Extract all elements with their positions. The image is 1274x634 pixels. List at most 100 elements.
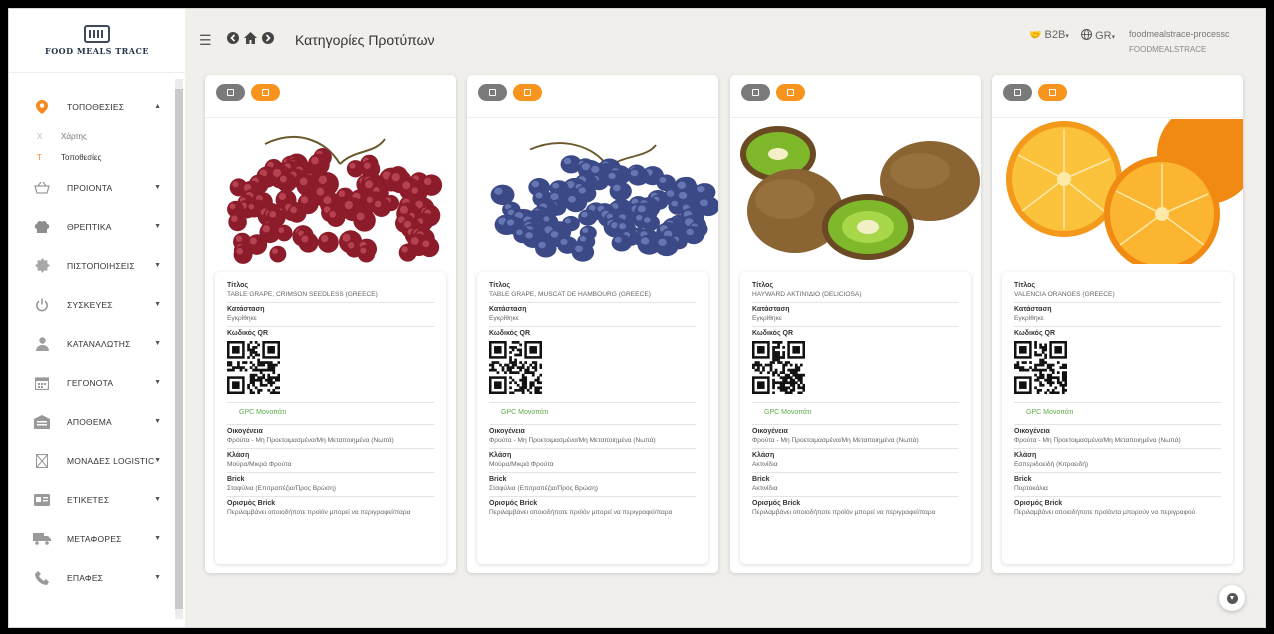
qr-code[interactable] [752, 341, 806, 395]
chevron-down-icon: ▼ [154, 223, 161, 230]
user-icon [33, 336, 51, 351]
delete-button[interactable] [251, 84, 280, 101]
b2b-dropdown[interactable]: 🤝 B2B▾ [1029, 29, 1069, 41]
family-label: Οικογένεια [752, 428, 788, 435]
chevron-down-icon: ▼ [154, 496, 161, 503]
gpc-path-link[interactable]: GPC Μονοπάτι [1014, 402, 1221, 425]
delete-button[interactable] [513, 84, 542, 101]
subitem-label: Χάρτης [61, 132, 87, 141]
product-image [205, 119, 456, 264]
brand-name: FOOD MEALS TRACE [45, 46, 149, 56]
card-details: Τίτλος TABLE GRAPE, MUSCAT DE HAMBOURG (… [477, 272, 708, 564]
edit-icon [1014, 89, 1021, 96]
chevron-down-icon: ▼ [154, 262, 161, 269]
subitem-map[interactable]: X Χάρτης [9, 126, 175, 147]
sidebar-item-label: ΘΡΕΠΤΙΚΑ [67, 221, 112, 232]
sidebar-item-products[interactable]: ΠΡΟΙΟΝΤΑ ▼ [9, 168, 175, 207]
sidebar-item-topothesies[interactable]: ΤΟΠΟΘΕΣΙΕΣ ▲ [9, 87, 175, 126]
qr-code[interactable] [227, 341, 281, 395]
gpc-path-link[interactable]: GPC Μονοπάτι [227, 402, 434, 425]
sidebar-item-label: ΠΡΟΙΟΝΤΑ [67, 182, 113, 193]
title-value: TABLE GRAPE, MUSCAT DE HAMBOURG (GREECE) [489, 291, 696, 303]
scrollbar-thumb[interactable] [175, 89, 183, 609]
trash-icon [262, 89, 269, 96]
gpc-path-link[interactable]: GPC Μονοπάτι [489, 402, 696, 425]
family-value: Φρούτα - Μη Προετοιμασμένα/Μη Μεταποιημέ… [489, 437, 696, 449]
user-info[interactable]: foodmealstrace-processc FOODMEALSTRACE [1129, 27, 1230, 57]
qr-label: Κωδικός QR [752, 330, 794, 337]
sidebar-item-devices[interactable]: ΣΥΣΚΕΥΕΣ ▼ [9, 285, 175, 324]
delete-button[interactable] [776, 84, 805, 101]
id-card-icon [33, 493, 51, 506]
edit-button[interactable] [741, 84, 770, 101]
chef-hat-icon [33, 220, 51, 234]
product-image [730, 119, 981, 264]
sidebar-item-contacts[interactable]: ΕΠΑΦΕΣ ▼ [9, 558, 175, 597]
sidebar-item-consumer[interactable]: ΚΑΤΑΝΑΛΩΤΗΣ ▼ [9, 324, 175, 363]
language-label: GR [1095, 30, 1112, 42]
product-card: Τίτλος HAYWARD Ακτινίδιο (DELICIOSA) Κατ… [730, 75, 981, 573]
chevron-down-icon: ▼ [154, 301, 161, 308]
card-toolbar [467, 75, 718, 118]
card-toolbar [992, 75, 1243, 118]
brick-def-label: Ορισμός Brick [752, 500, 801, 507]
barcode-logo-icon [84, 25, 110, 43]
family-value: Φρούτα - Μη Προετοιμασμένα/Μη Μεταποιημέ… [752, 437, 959, 449]
edit-button[interactable] [478, 84, 507, 101]
sidebar-item-nutrition[interactable]: ΘΡΕΠΤΙΚΑ ▼ [9, 207, 175, 246]
home-icon[interactable] [244, 32, 257, 47]
sidebar-item-label: ΠΙΣΤΟΠΟΙΗΣΕΙΣ [67, 260, 135, 271]
class-label: Κλάση [227, 452, 250, 459]
edit-button[interactable] [1003, 84, 1032, 101]
brick-value: Σταφύλια (Επιτραπέζια/Προς Βρώση) [489, 485, 696, 497]
sidebar-item-stock[interactable]: ΑΠΟΘΕΜΑ ▼ [9, 402, 175, 441]
sidebar-item-label: ΤΟΠΟΘΕΣΙΕΣ [67, 101, 125, 112]
brick-label: Brick [489, 476, 507, 483]
edit-button[interactable] [216, 84, 245, 101]
chevron-down-icon: ▼ [154, 340, 161, 347]
sidebar-item-labels[interactable]: ΕΤΙΚΕΤΕΣ ▼ [9, 480, 175, 519]
card-details: Τίτλος TABLE GRAPE, CRIMSON SEEDLESS (GR… [215, 272, 446, 564]
subitem-locations[interactable]: T Τοποθεσίες [9, 147, 175, 168]
brick-value: Ακτινίδια [752, 485, 959, 497]
sidebar-scrollbar[interactable] [175, 79, 183, 619]
forward-arrow-icon[interactable] [262, 32, 274, 47]
qr-code[interactable] [489, 341, 543, 395]
brand-logo[interactable]: FOOD MEALS TRACE [9, 9, 185, 73]
class-value: Εσπεριδοειδή (Κιτροειδή) [1014, 461, 1221, 473]
card-toolbar [205, 75, 456, 118]
family-label: Οικογένεια [227, 428, 263, 435]
card-toolbar [730, 75, 981, 118]
brick-def-label: Ορισμός Brick [227, 500, 276, 507]
map-pin-icon [33, 99, 51, 114]
back-arrow-icon[interactable] [227, 32, 239, 47]
sidebar-item-events[interactable]: ΓΕΓΟΝΟΤΑ ▼ [9, 363, 175, 402]
b2b-label: B2B [1044, 29, 1066, 41]
scroll-down-button[interactable] [1219, 585, 1245, 611]
sidebar-item-logistic-units[interactable]: ΜΟΝΑΔΕΣ LOGISTIC ▼ [9, 441, 175, 480]
qr-code[interactable] [1014, 341, 1068, 395]
sidebar-item-label: ΕΠΑΦΕΣ [67, 572, 104, 583]
basket-icon [33, 181, 51, 194]
gpc-path-link[interactable]: GPC Μονοπάτι [752, 402, 959, 425]
status-value: Εγκρίθηκε [489, 315, 696, 327]
sidebar-item-label: ΕΤΙΚΕΤΕΣ [67, 494, 110, 505]
menu-toggle-icon[interactable]: ☰ [199, 32, 212, 49]
chevron-down-icon: ▼ [154, 418, 161, 425]
product-card: Τίτλος TABLE GRAPE, CRIMSON SEEDLESS (GR… [205, 75, 456, 573]
subitem-letter: T [37, 153, 42, 162]
sidebar-item-transport[interactable]: ΜΕΤΑΦΟΡΕΣ ▼ [9, 519, 175, 558]
badge-icon [33, 258, 51, 273]
language-dropdown[interactable]: GR▾ [1081, 29, 1115, 42]
delete-button[interactable] [1038, 84, 1067, 101]
edit-icon [227, 89, 234, 96]
sidebar-item-label: ΚΑΤΑΝΑΛΩΤΗΣ [67, 338, 131, 349]
brick-def-value: Περιλαμβάνει οποιοδήποτε προϊόντα μπορού… [1014, 509, 1196, 516]
title-label: Τίτλος [1014, 282, 1036, 289]
user-name: foodmealstrace-processc [1129, 29, 1230, 39]
card-details: Τίτλος HAYWARD Ακτινίδιο (DELICIOSA) Κατ… [740, 272, 971, 564]
sidebar-item-certifications[interactable]: ΠΙΣΤΟΠΟΙΗΣΕΙΣ ▼ [9, 246, 175, 285]
qr-label: Κωδικός QR [489, 330, 531, 337]
warehouse-icon [33, 414, 51, 429]
brick-label: Brick [227, 476, 245, 483]
